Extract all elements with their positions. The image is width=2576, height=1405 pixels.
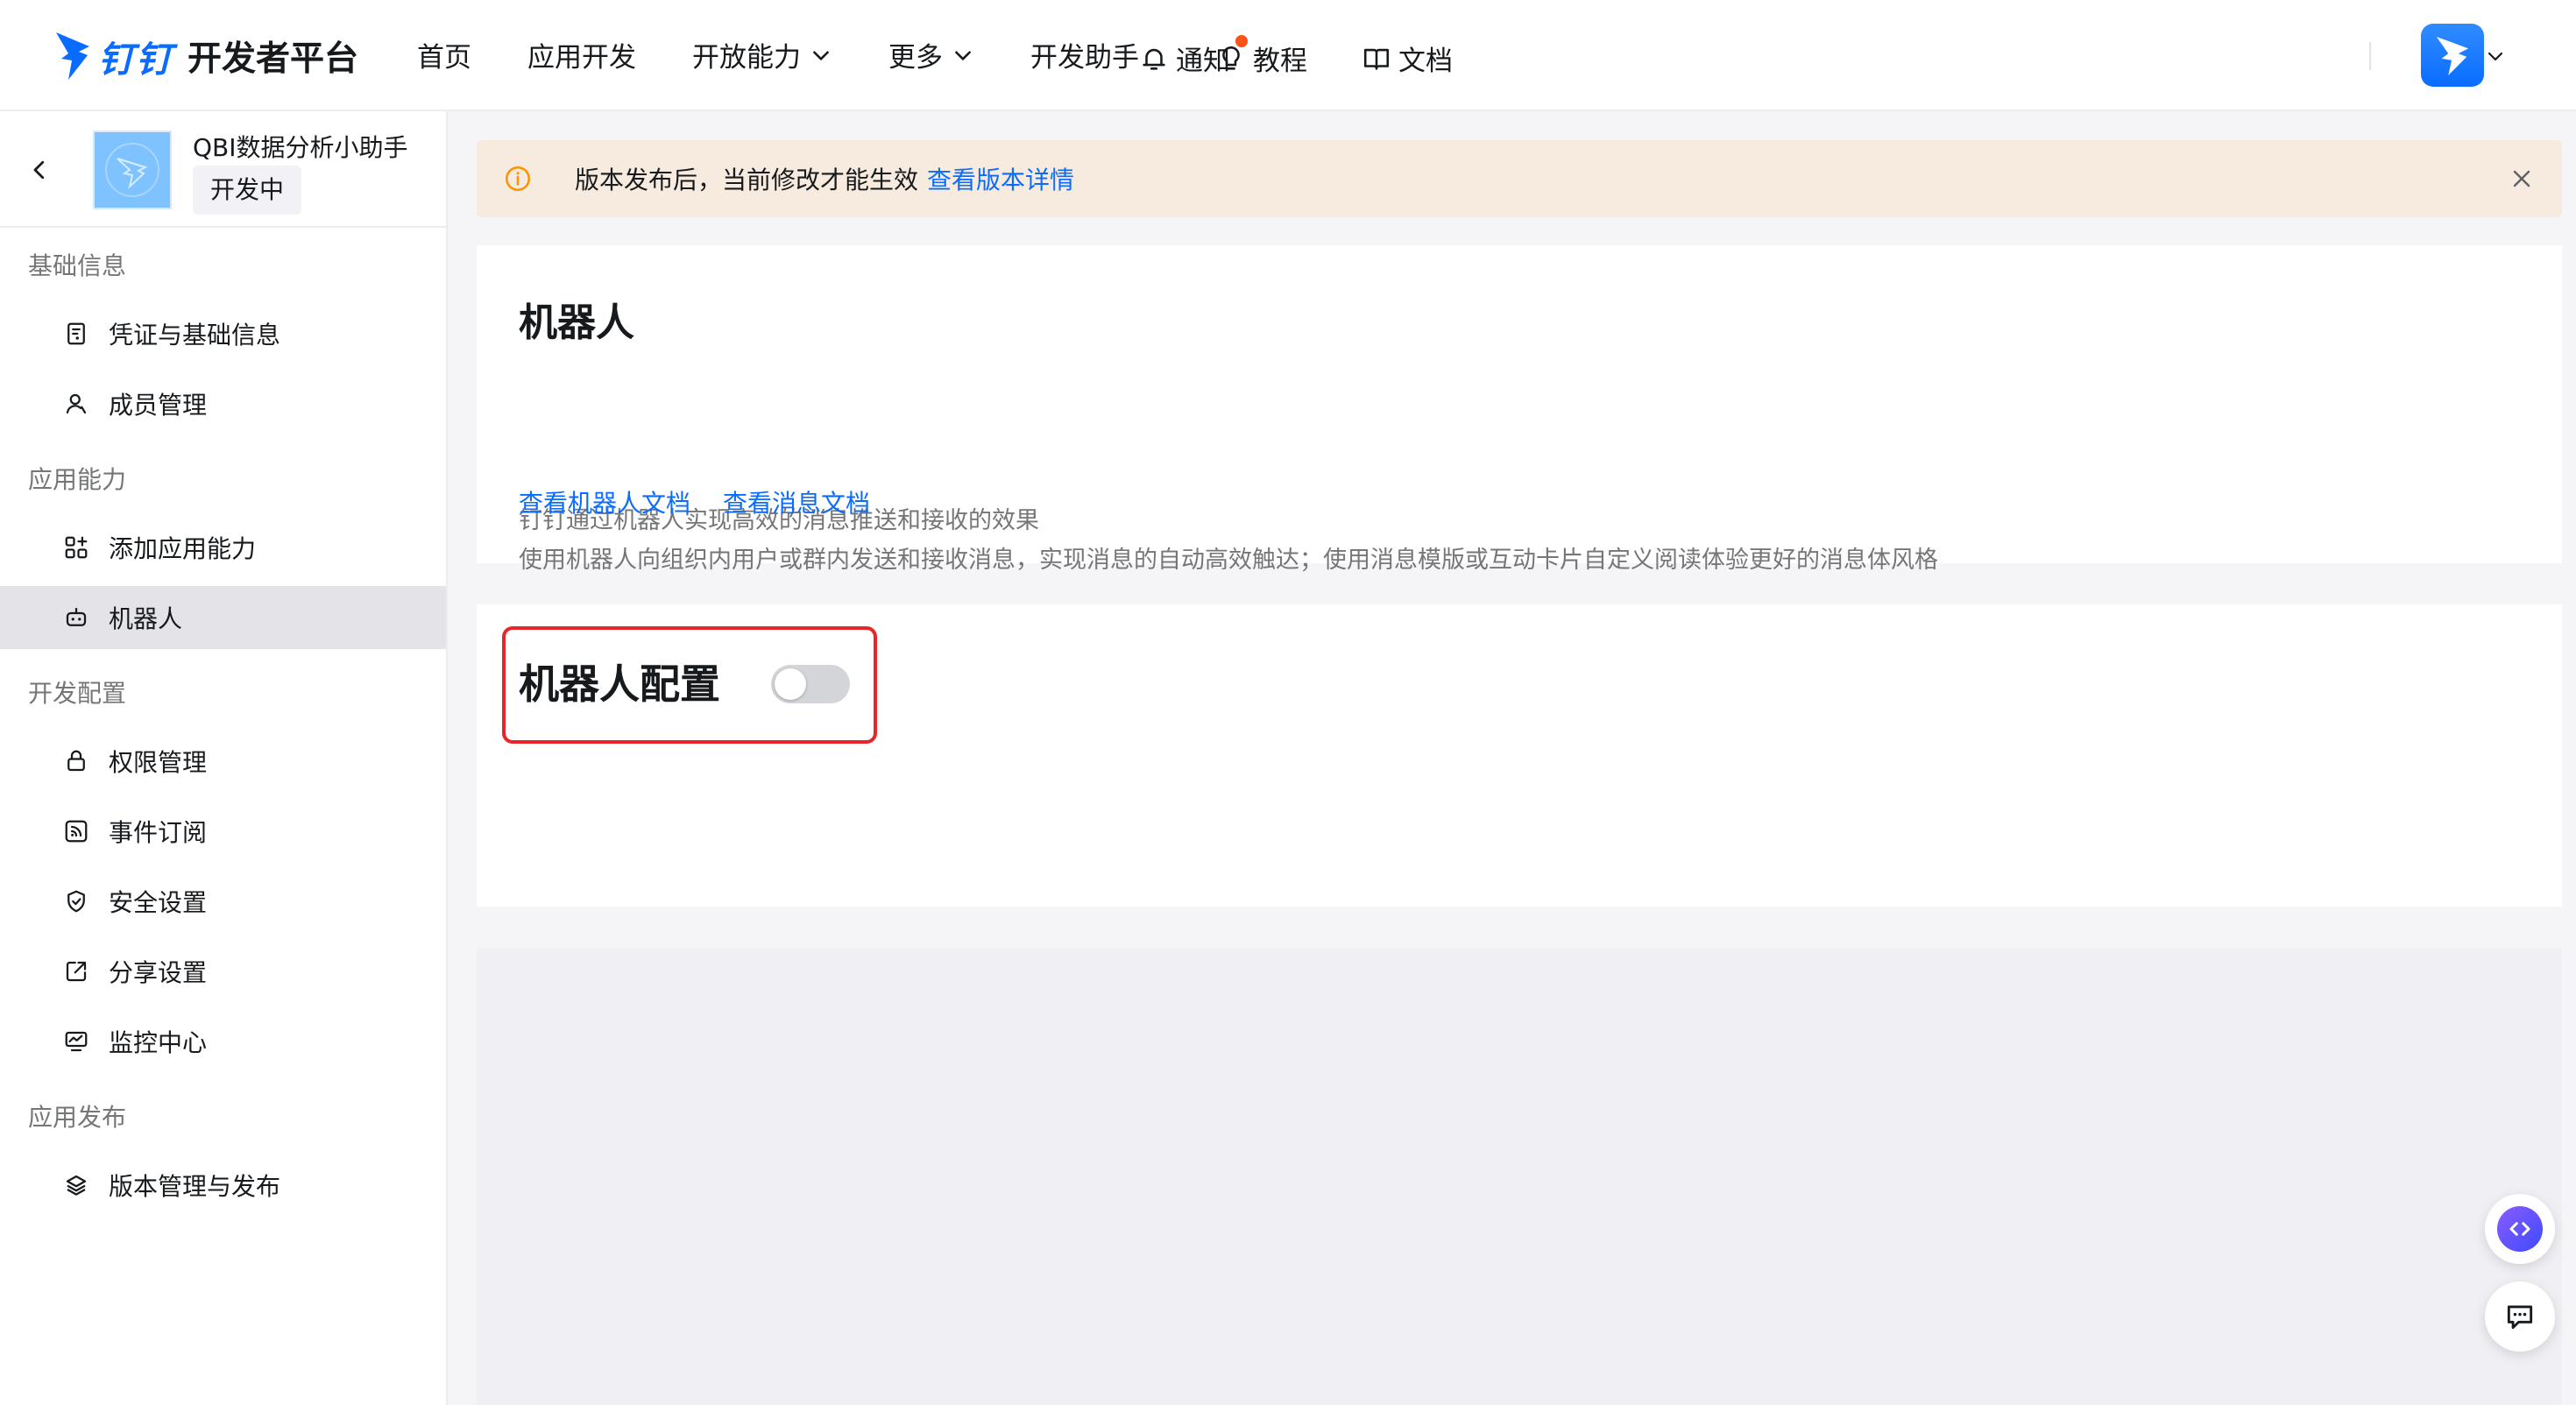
rss-icon: [65, 820, 88, 843]
robot-config-toggle[interactable]: [771, 665, 850, 703]
robot-doc-link[interactable]: 查看机器人文档: [519, 484, 690, 519]
app-status-badge: 开发中: [193, 166, 302, 215]
message-doc-link[interactable]: 查看消息文档: [723, 484, 870, 519]
app-thumbnail: [93, 131, 172, 209]
sidebar-item-label: 安全设置: [109, 888, 208, 917]
nav-open-capabilities[interactable]: 开放能力: [692, 35, 832, 74]
page-title: 机器人: [519, 300, 634, 345]
shield-icon: [67, 890, 85, 913]
ai-assistant-icon: [2497, 1206, 2543, 1252]
sidebar-item-event-subscription[interactable]: 事件订阅: [0, 800, 446, 863]
nav-open-capabilities-label: 开放能力: [692, 42, 801, 74]
chevron-down-icon[interactable]: [2485, 46, 2506, 67]
back-arrow-icon[interactable]: [26, 157, 53, 183]
ai-assistant-button[interactable]: [2485, 1194, 2555, 1264]
main-nav: 首页 应用开发 开放能力 更多 开发助手: [417, 35, 1139, 74]
info-icon: [505, 166, 531, 192]
code-sparkle-icon: [2509, 1222, 2530, 1236]
intro-description-2: 使用机器人向组织内用户或群内发送和接收消息，实现消息的自动高效触达；使用消息模版…: [519, 547, 1938, 574]
sidebar-item-security[interactable]: 安全设置: [0, 870, 446, 933]
logo-title: 开发者平台: [188, 39, 359, 79]
logo-brand-text: 钉钉: [98, 39, 173, 81]
sidebar: QBI数据分析小助手 开发中 基础信息 凭证与基础信息 成员管理 应用能力 添加…: [0, 111, 448, 1405]
sidebar-item-label: 版本管理与发布: [109, 1172, 281, 1201]
app-header: QBI数据分析小助手 开发中: [0, 111, 446, 228]
dingtalk-avatar-icon: [2436, 36, 2469, 75]
book-icon: [1363, 48, 1390, 70]
sidebar-item-version-release[interactable]: 版本管理与发布: [0, 1154, 446, 1217]
sidebar-item-label: 分享设置: [109, 958, 208, 987]
group-label-dev-config: 开发配置: [28, 679, 127, 708]
chevron-down-icon: [955, 50, 971, 60]
sidebar-item-share[interactable]: 分享设置: [0, 940, 446, 1003]
group-label-app-capabilities: 应用能力: [28, 465, 127, 494]
unread-dot: [1235, 35, 1248, 47]
close-icon[interactable]: [2508, 165, 2536, 193]
sidebar-item-label: 事件订阅: [109, 818, 208, 847]
sidebar-item-label: 添加应用能力: [109, 534, 257, 563]
add-capability-icon: [65, 536, 88, 559]
member-icon: [66, 393, 87, 414]
sidebar-item-label: 监控中心: [109, 1028, 208, 1057]
layers-icon: [66, 1175, 87, 1196]
group-label-app-release: 应用发布: [28, 1103, 127, 1132]
view-version-details-link[interactable]: 查看版本详情: [927, 161, 1074, 196]
group-label-basic-info: 基础信息: [28, 251, 127, 280]
dingtalk-logo-icon: [56, 32, 89, 80]
share-icon: [66, 961, 87, 982]
sidebar-item-label: 权限管理: [109, 748, 208, 777]
credential-icon: [67, 322, 85, 345]
app-name: QBI数据分析小助手: [193, 133, 408, 162]
release-notice-banner: 版本发布后，当前修改才能生效 查看版本详情: [477, 140, 2562, 217]
sidebar-item-monitor[interactable]: 监控中心: [0, 1010, 446, 1073]
feedback-chat-button[interactable]: [2485, 1281, 2555, 1352]
docs-button[interactable]: 文档: [1362, 39, 1453, 78]
tutorial-label: 教程: [1253, 46, 1307, 77]
sidebar-item-label: 机器人: [109, 604, 183, 633]
monitor-icon: [65, 1031, 88, 1052]
robot-config-card: 机器人配置: [477, 604, 2562, 907]
lightbulb-icon: [1222, 46, 1240, 70]
toggle-knob: [775, 668, 806, 700]
nav-home-label: 首页: [417, 42, 471, 74]
empty-content-area: [477, 948, 2562, 1405]
robot-config-title: 机器人配置: [519, 660, 720, 708]
nav-more[interactable]: 更多: [888, 35, 974, 74]
tutorial-button[interactable]: 教程: [1216, 35, 1307, 78]
nav-app-dev-label: 应用开发: [527, 42, 636, 74]
header-divider: [2369, 42, 2371, 70]
user-avatar[interactable]: [2421, 24, 2484, 87]
nav-dev-assistant-label: 开发助手: [1030, 42, 1139, 74]
main-content: 版本发布后，当前修改才能生效 查看版本详情 机器人 钉钉通过机器人实现高效的消息…: [448, 111, 2576, 1405]
sidebar-item-members[interactable]: 成员管理: [0, 372, 446, 435]
sidebar-item-credentials[interactable]: 凭证与基础信息: [0, 302, 446, 365]
nav-app-dev[interactable]: 应用开发: [527, 35, 636, 74]
docs-label: 文档: [1398, 46, 1453, 77]
top-navigation-bar: 钉钉 开发者平台 首页 应用开发 开放能力 更多 开发助手 通知 教程 文档: [0, 0, 2576, 111]
bell-icon: [1143, 48, 1165, 70]
notice-text: 版本发布后，当前修改才能生效: [575, 166, 919, 194]
chevron-down-icon: [813, 50, 829, 60]
sidebar-item-label: 成员管理: [109, 391, 208, 420]
sidebar-item-add-capability[interactable]: 添加应用能力: [0, 516, 446, 579]
robot-icon: [66, 607, 87, 626]
sidebar-item-permissions[interactable]: 权限管理: [0, 730, 446, 793]
lock-icon: [67, 750, 85, 772]
sidebar-item-robot[interactable]: 机器人: [0, 586, 446, 649]
app-logo-icon: [95, 132, 170, 208]
nav-more-label: 更多: [888, 42, 943, 74]
chat-bubble-icon: [2507, 1305, 2533, 1330]
dingtalk-developer-logo[interactable]: 钉钉 开发者平台: [53, 23, 358, 89]
sidebar-item-label: 凭证与基础信息: [109, 321, 281, 349]
nav-home[interactable]: 首页: [417, 35, 471, 74]
nav-dev-assistant[interactable]: 开发助手: [1030, 35, 1139, 74]
